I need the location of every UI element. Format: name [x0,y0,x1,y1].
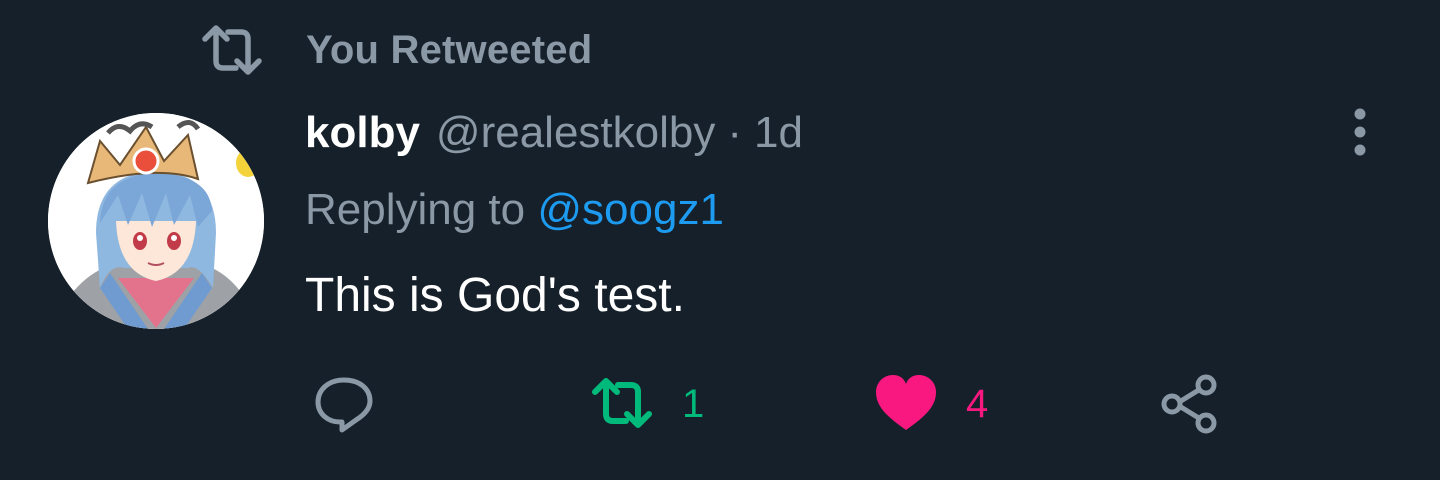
more-vertical-icon [1354,108,1366,156]
heart-icon [876,375,936,430]
avatar[interactable] [48,113,264,329]
tweet-header: kolby @realestkolby · 1d [305,108,803,164]
replying-to: Replying to @soogz1 [305,185,724,235]
tweet-timestamp[interactable]: 1d [754,108,803,158]
tweet-text: This is God's test. [305,269,685,322]
like-button[interactable]: 4 [874,372,988,436]
retweet-banner: You Retweeted [200,22,592,78]
share-icon [1161,374,1217,434]
retweet-icon [202,25,262,75]
more-options-button[interactable] [1336,104,1384,160]
tweet-card[interactable]: You Retweeted kolby @realestkolby · 1d R… [0,0,1440,480]
retweet-icon [592,378,652,428]
retweet-banner-label: You Retweeted [306,27,593,72]
retweet-button[interactable]: 1 [590,372,704,436]
reply-icon [315,377,373,433]
retweet-count: 1 [682,381,705,426]
reply-mention-link[interactable]: @soogz1 [537,185,724,234]
share-button[interactable] [1158,372,1222,436]
author-display-name[interactable]: kolby [305,108,420,158]
anime-avatar [48,113,264,329]
like-count: 4 [966,381,989,426]
author-handle[interactable]: @realestkolby [436,108,715,158]
reply-button[interactable] [312,372,376,436]
header-separator: · [727,108,743,157]
replying-to-prefix: Replying to [305,185,538,234]
